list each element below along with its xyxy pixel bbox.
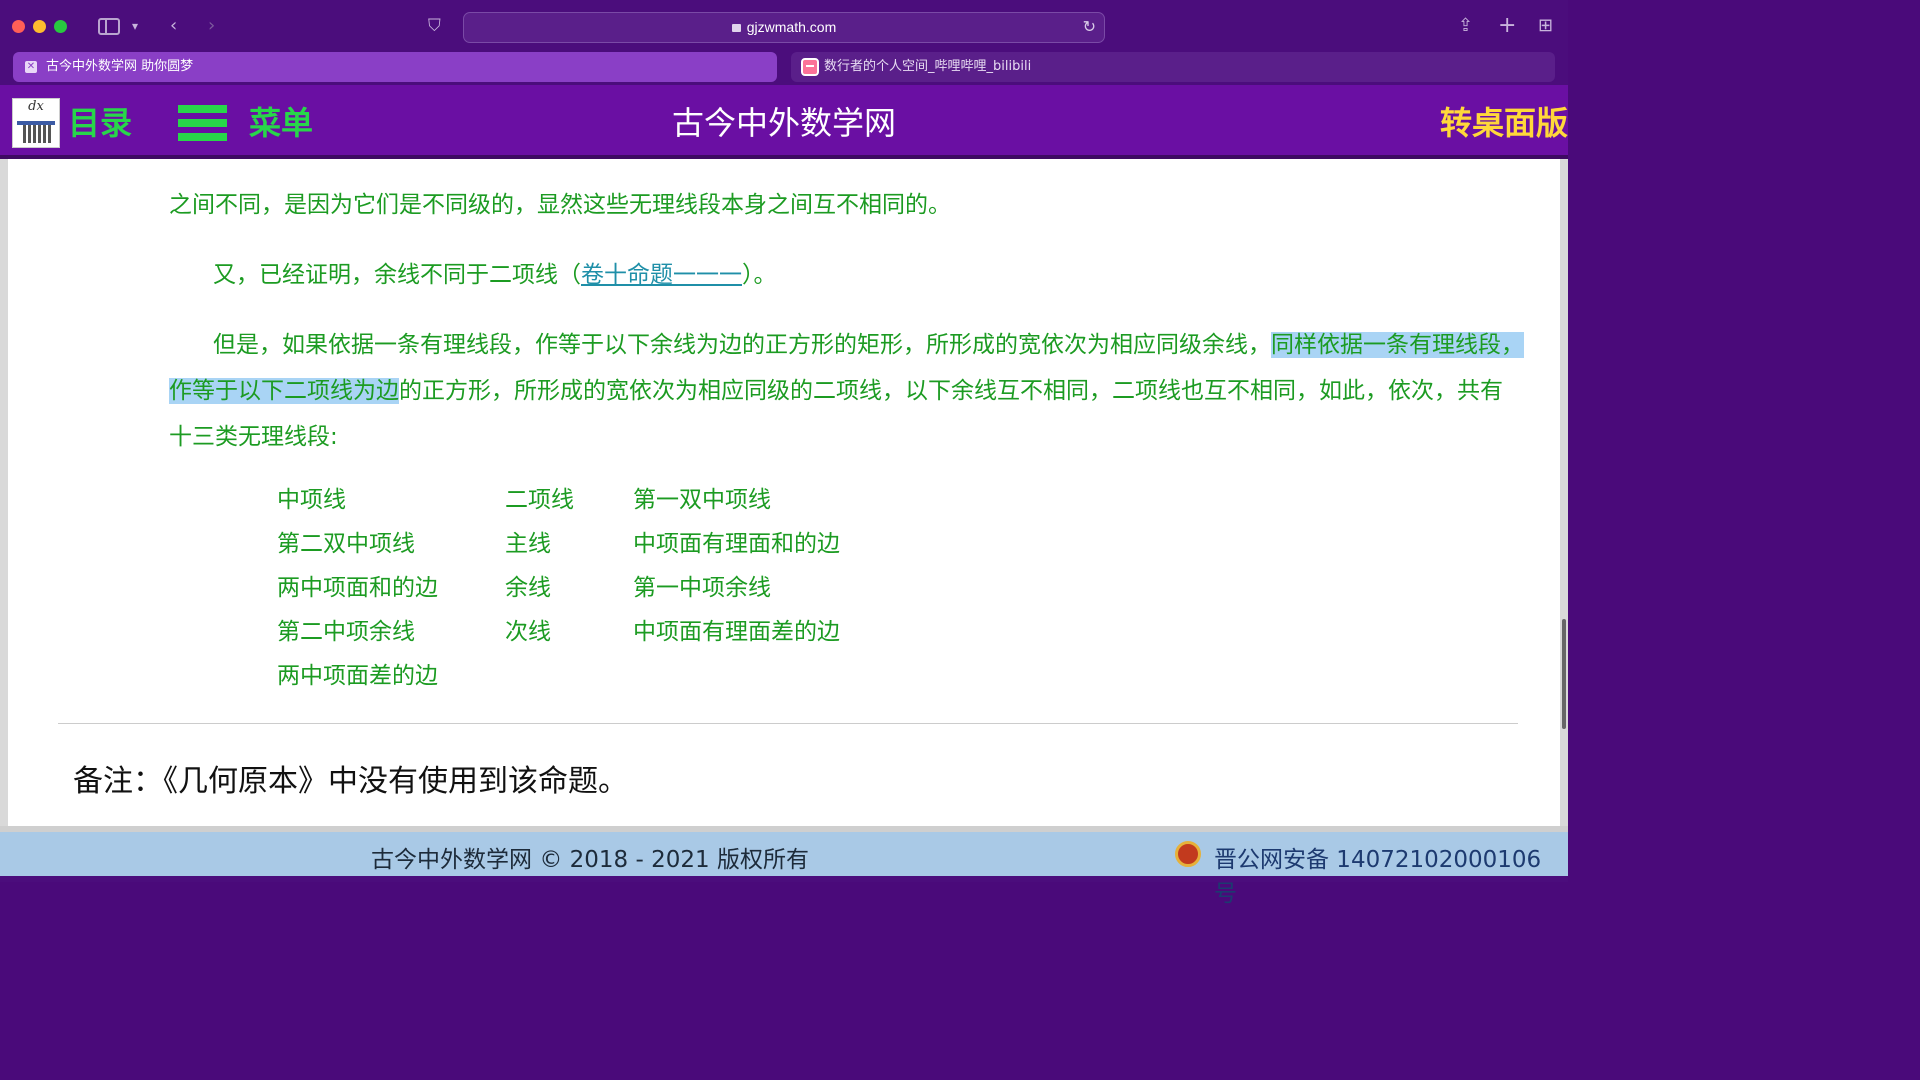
tab-overview-icon[interactable]: ⊞	[1538, 14, 1553, 38]
new-tab-icon[interactable]: +	[1498, 14, 1516, 38]
bilibili-icon	[801, 58, 819, 76]
scrollbar-thumb[interactable]	[1562, 619, 1566, 729]
class-item: 第一中项余线	[633, 575, 771, 601]
paragraph-2: 又，已经证明，余线不同于二项线（卷十命题一一一）。	[169, 252, 1524, 298]
class-item: 次线	[505, 619, 551, 645]
class-item: 主线	[505, 531, 551, 557]
close-window-button[interactable]	[12, 20, 25, 33]
divider	[58, 723, 1518, 724]
forward-icon[interactable]: ›	[208, 14, 215, 38]
class-item: 第二中项余线	[277, 619, 415, 645]
tab-label: 数行者的个人空间_哔哩哔哩_bilibili	[824, 59, 1032, 74]
tab-label: 古今中外数学网 助你圆梦	[46, 59, 194, 74]
paragraph-1: 之间不同，是因为它们是不同级的，显然这些无理线段本身之间互不相同的。	[169, 182, 1524, 228]
content-area: 之间不同，是因为它们是不同级的，显然这些无理线段本身之间互不相同的。 又，已经证…	[0, 159, 1568, 826]
class-item: 中项面有理面差的边	[633, 619, 840, 645]
shield-icon[interactable]: ⛉	[428, 14, 441, 38]
class-item: 中项面有理面和的边	[633, 531, 840, 557]
police-badge-icon	[1175, 841, 1201, 867]
class-item: 第一双中项线	[633, 487, 771, 513]
close-tab-icon[interactable]: ✕	[25, 61, 37, 73]
tab-gjzwmath[interactable]: ✕ 古今中外数学网 助你圆梦	[13, 52, 777, 82]
proposition-link[interactable]: 卷十命题一一一	[581, 262, 742, 288]
class-item: 第二双中项线	[277, 531, 415, 557]
tab-bilibili[interactable]: 数行者的个人空间_哔哩哔哩_bilibili	[791, 52, 1555, 82]
url-text: gjzwmath.com	[746, 19, 837, 35]
reload-icon[interactable]: ↻	[1083, 17, 1096, 36]
sidebar-toggle-icon[interactable]	[98, 18, 120, 35]
site-title: 古今中外数学网	[671, 104, 896, 142]
chevron-down-icon[interactable]: ▾	[132, 14, 138, 38]
footer: 古今中外数学网 © 2018 - 2021 版权所有 晋公网安备 1407210…	[0, 832, 1568, 907]
icp-record-link[interactable]: 晋公网安备 14072102000106 号	[1214, 840, 1568, 908]
paragraph-2-after: ）。	[742, 262, 777, 288]
note: 备注：《几何原本》中没有使用到该命题。	[73, 764, 628, 799]
class-item: 两中项面和的边	[277, 575, 438, 601]
site-header: dx 目录 菜单 古今中外数学网 转桌面版	[0, 85, 1568, 159]
back-icon[interactable]: ‹	[170, 14, 177, 38]
minimize-window-button[interactable]	[33, 20, 46, 33]
bottom-bar	[0, 876, 1568, 882]
class-item: 二项线	[505, 487, 574, 513]
address-bar[interactable]: gjzwmath.com ↻	[463, 12, 1105, 43]
share-icon[interactable]: ⇪	[1458, 14, 1473, 38]
class-item: 中项线	[277, 487, 346, 513]
paragraph-3-part1: 但是，如果依据一条有理线段，作等于以下余线为边的正方形的矩形，所形成的宽依次为相…	[213, 332, 1271, 358]
tab-bar: ✕ 古今中外数学网 助你圆梦 数行者的个人空间_哔哩哔哩_bilibili	[0, 52, 1568, 85]
browser-toolbar: ▾ ‹ › ⛉ gjzwmath.com ↻ ⇪ + ⊞	[0, 0, 1568, 52]
copyright-text: 古今中外数学网 © 2018 - 2021 版权所有	[371, 847, 809, 873]
class-item: 两中项面差的边	[277, 663, 438, 689]
paragraph-1-text: 之间不同，是因为它们是不同级的，显然这些无理线段本身之间互不相同的。	[169, 192, 951, 218]
lock-icon	[731, 24, 741, 32]
maximize-window-button[interactable]	[54, 20, 67, 33]
paragraph-3: 但是，如果依据一条有理线段，作等于以下余线为边的正方形的矩形，所形成的宽依次为相…	[169, 322, 1524, 460]
paragraph-2-before: 又，已经证明，余线不同于二项线（	[213, 262, 581, 288]
desktop-version-link[interactable]: 转桌面版	[1440, 103, 1568, 143]
class-item: 余线	[505, 575, 551, 601]
